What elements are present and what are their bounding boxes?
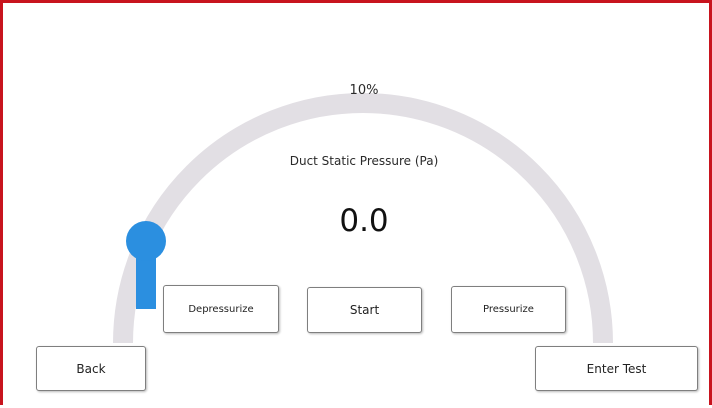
enter-test-button-label: Enter Test — [586, 361, 647, 376]
pressurize-button[interactable]: Pressurize — [451, 286, 566, 333]
start-button-label: Start — [349, 303, 380, 317]
start-button[interactable]: Start — [307, 287, 422, 333]
pressure-caption: Duct Static Pressure (Pa) — [289, 154, 439, 168]
back-button[interactable]: Back — [36, 346, 146, 391]
pressure-value: 0.0 — [339, 203, 389, 239]
app-frame: 10% Duct Static Pressure (Pa) 0.0 Depres… — [0, 0, 712, 405]
gauge-indicator-knob[interactable] — [126, 221, 166, 261]
back-button-label: Back — [76, 361, 106, 376]
enter-test-button[interactable]: Enter Test — [535, 346, 698, 391]
depressurize-button[interactable]: Depressurize — [163, 285, 279, 333]
pressurize-button-label: Pressurize — [483, 304, 534, 315]
gauge-percent-label: 10% — [349, 83, 379, 98]
depressurize-button-label: Depressurize — [188, 303, 254, 315]
